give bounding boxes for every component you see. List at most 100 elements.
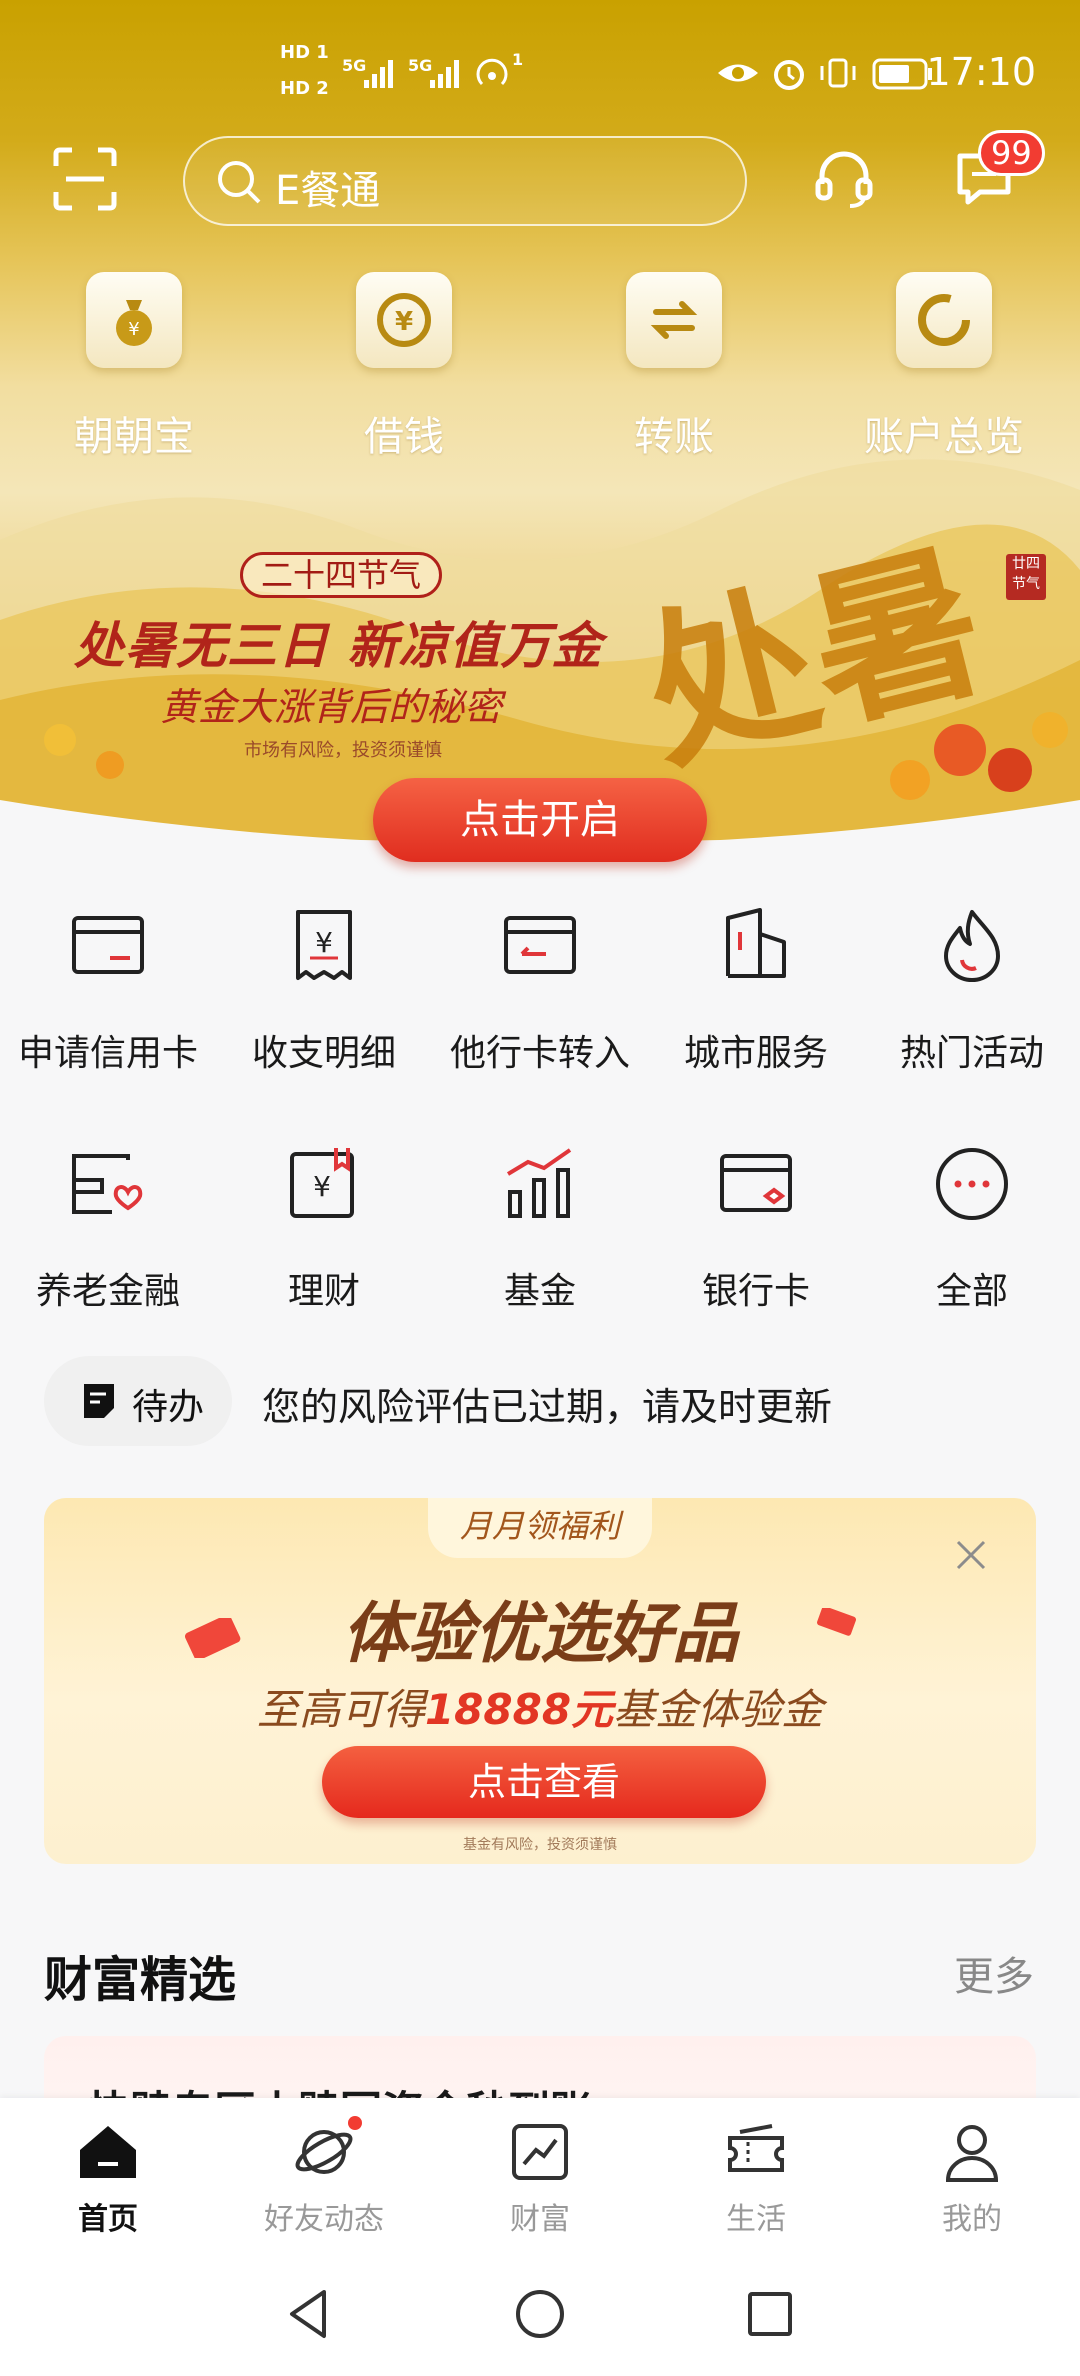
svg-text:¥: ¥: [128, 319, 139, 340]
quick-action-label: 朝朝宝: [74, 414, 194, 460]
bank-card-icon: [720, 1154, 792, 1212]
wealth-more-link[interactable]: 更多: [954, 1944, 1034, 2002]
credit-card-icon: [72, 916, 144, 974]
banner-headline: 处暑无三日 新凉值万金: [74, 617, 603, 675]
todo-note-icon: [84, 1384, 114, 1418]
grid-item-label: 基金: [503, 1271, 576, 1312]
message-badge: 99: [978, 130, 1045, 176]
tab-home[interactable]: 首页: [0, 2120, 216, 2238]
tab-label: 财富: [510, 2202, 570, 2237]
promo-sub-suffix: 基金体验金: [613, 1685, 824, 1734]
status-bar: HD 1 HD 2 5G 5G 1 17:10: [0, 0, 1080, 120]
bottom-tab-bar: 首页 好友动态 财富 生活 我的: [0, 2098, 1080, 2256]
grid-item-credit-card-apply[interactable]: 申请信用卡: [0, 906, 216, 1076]
bar-chart-trend-icon: [506, 1148, 572, 1218]
quick-action-transfer[interactable]: 转账: [564, 272, 784, 462]
grid-item-all[interactable]: 全部: [864, 1144, 1080, 1314]
sim1-label: HD 1: [280, 42, 329, 63]
quick-actions: ¥ 朝朝宝 ¥ 借钱 转账 账户总览: [0, 272, 1080, 472]
tab-life[interactable]: 生活: [648, 2120, 864, 2238]
notification-dot: [348, 2116, 362, 2130]
customer-service-icon[interactable]: [812, 146, 876, 210]
promo-amount: 18888元: [424, 1685, 614, 1734]
grid-item-label: 热门活动: [899, 1033, 1044, 1074]
home-circle-icon[interactable]: [510, 2284, 570, 2344]
todo-message[interactable]: 您的风险评估已过期，请及时更新: [262, 1376, 832, 1431]
receipt-icon: ¥: [296, 910, 352, 980]
grid-item-wealth-management[interactable]: ¥ 理财: [216, 1144, 432, 1314]
promo-sub-prefix: 至高可得: [256, 1685, 425, 1734]
banner-seal: 廿四节气: [1006, 554, 1046, 600]
grid-item-bank-card[interactable]: 银行卡: [648, 1144, 864, 1314]
clock: 17:10: [926, 50, 1036, 94]
close-icon[interactable]: [954, 1538, 988, 1572]
tab-label: 好友动态: [264, 2202, 384, 2237]
eye-icon: [718, 64, 758, 82]
search-bar[interactable]: E餐通: [183, 136, 747, 226]
grid-item-funds[interactable]: 基金: [432, 1144, 648, 1314]
svg-text:¥: ¥: [315, 926, 333, 959]
banner-subline: 黄金大涨背后的秘密: [160, 685, 503, 729]
svg-text:¥: ¥: [395, 307, 413, 337]
promo-card[interactable]: 月月领福利 体验优选好品 至高可得18888元基金体验金 点击查看 基金有风险，…: [44, 1498, 1036, 1864]
card-transfer-icon: [504, 916, 576, 974]
yuan-coin-icon: ¥: [356, 272, 452, 368]
todo-chip[interactable]: 待办: [44, 1356, 232, 1446]
transfer-arrows-icon: [626, 272, 722, 368]
grid-item-label: 申请信用卡: [17, 1033, 198, 1074]
promo-view-button[interactable]: 点击查看: [322, 1746, 766, 1818]
tab-label: 首页: [78, 2202, 138, 2237]
money-bag-icon: ¥: [86, 272, 182, 368]
banner-risk-note: 市场有风险，投资须谨慎: [244, 740, 442, 761]
planet-icon: [292, 2116, 362, 2184]
grid-item-label: 收支明细: [251, 1033, 396, 1074]
signal-bars-icon: [430, 60, 459, 88]
svg-text:¥: ¥: [313, 1170, 331, 1203]
vibrate-icon: [820, 58, 856, 88]
yuan-bookmark-icon: ¥: [290, 1148, 354, 1218]
flame-icon: [944, 910, 1000, 982]
hotspot-count: 1: [512, 50, 524, 69]
top-bar: E餐通 99: [0, 130, 1080, 230]
recents-icon[interactable]: [740, 2284, 800, 2344]
banner-cta-button[interactable]: 点击开启: [373, 778, 707, 862]
trend-chart-icon: [508, 2120, 572, 2184]
search-icon: [218, 161, 261, 204]
tab-friends-feed[interactable]: 好友动态: [216, 2116, 432, 2238]
grid-item-city-services[interactable]: 城市服务: [648, 906, 864, 1076]
search-placeholder: E餐通: [275, 168, 381, 214]
promo-risk-note: 基金有风险，投资须谨慎: [463, 1837, 617, 1853]
function-grid-row-2: 养老金融 ¥ 理财 基金 银行卡 全部: [0, 1144, 1080, 1314]
back-icon[interactable]: [280, 2284, 340, 2344]
grid-item-pension-finance[interactable]: 养老金融: [0, 1144, 216, 1314]
user-icon: [940, 2120, 1004, 2184]
todo-label: 待办: [132, 1387, 205, 1428]
ticket-icon: [724, 2120, 788, 2184]
promo-tab: 月月领福利: [428, 1498, 652, 1558]
tab-label: 我的: [942, 2202, 1002, 2237]
quick-action-borrow[interactable]: ¥ 借钱: [294, 272, 514, 462]
quick-action-zhaozhaobao[interactable]: ¥ 朝朝宝: [24, 272, 244, 462]
grid-item-label: 全部: [935, 1271, 1008, 1312]
function-grid-row-1: 申请信用卡 ¥ 收支明细 他行卡转入 城市服务 热门活动: [0, 906, 1080, 1076]
sim2-label: HD 2: [280, 78, 329, 99]
system-navigation-bar: [0, 2256, 1080, 2376]
ring-chart-icon: [896, 272, 992, 368]
signal-bars-icon: [364, 60, 393, 88]
grid-item-label: 银行卡: [701, 1271, 810, 1312]
grid-item-transactions[interactable]: ¥ 收支明细: [216, 906, 432, 1076]
grid-item-hot-activities[interactable]: 热门活动: [864, 906, 1080, 1076]
tab-mine[interactable]: 我的: [864, 2120, 1080, 2238]
quick-action-label: 账户总览: [864, 414, 1024, 460]
more-dots-icon: [936, 1148, 1008, 1220]
quick-action-account-overview[interactable]: 账户总览: [834, 272, 1054, 462]
city-buildings-icon: [726, 908, 786, 978]
section-title-wealth: 财富精选: [44, 1952, 237, 2008]
tab-wealth[interactable]: 财富: [432, 2120, 648, 2238]
tab-label: 生活: [726, 2202, 786, 2237]
quick-action-label: 借钱: [364, 414, 444, 460]
grid-item-other-bank-transfer-in[interactable]: 他行卡转入: [432, 906, 648, 1076]
quick-action-label: 转账: [634, 414, 714, 460]
scan-icon[interactable]: [52, 146, 118, 212]
home-icon: [76, 2120, 140, 2184]
